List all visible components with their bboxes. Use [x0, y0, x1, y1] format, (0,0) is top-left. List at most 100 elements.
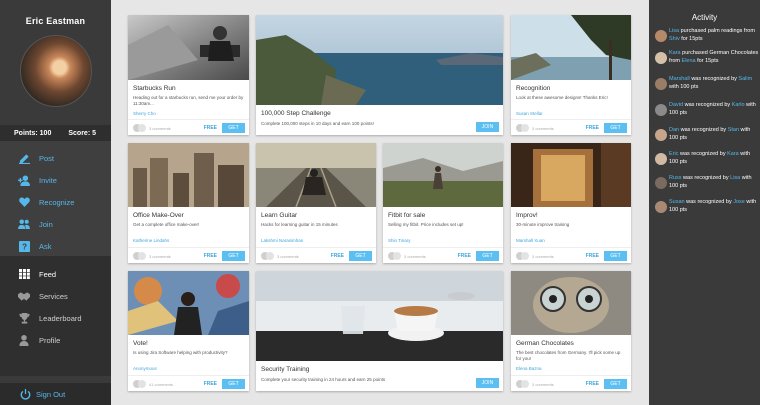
- user-link[interactable]: Lisa: [669, 28, 679, 34]
- get-button[interactable]: GET: [222, 123, 245, 133]
- user-link[interactable]: Karlo: [732, 102, 745, 108]
- card-image: [128, 271, 249, 335]
- user-link[interactable]: Elena: [682, 58, 696, 64]
- get-button[interactable]: GET: [604, 251, 627, 261]
- nav-leaderboard[interactable]: Leaderboard: [0, 307, 111, 329]
- nav-feed[interactable]: Feed: [0, 263, 111, 285]
- nav-invite[interactable]: Invite: [0, 169, 111, 191]
- activity-points: with 100 pts: [669, 84, 699, 90]
- card-german-chocolates[interactable]: German Chocolates The best chocolates fr…: [511, 271, 631, 391]
- nav-post[interactable]: Post: [0, 147, 111, 169]
- card-starbucks-run[interactable]: Starbucks Run Heading out for a starbuck…: [128, 15, 249, 135]
- card-author[interactable]: Anonymous: [133, 366, 157, 371]
- avatar[interactable]: [655, 78, 667, 90]
- nav-label: Profile: [39, 335, 61, 345]
- comments-link[interactable]: 3 comments: [133, 252, 171, 260]
- get-button[interactable]: GET: [349, 251, 372, 261]
- user-link[interactable]: Kara: [727, 151, 739, 157]
- avatar[interactable]: [655, 52, 667, 64]
- avatar[interactable]: [655, 129, 667, 141]
- user-link[interactable]: Russ: [669, 175, 682, 181]
- avatar[interactable]: [19, 35, 92, 107]
- nav-recognize[interactable]: Recognize: [0, 191, 111, 213]
- activity-panel: Activity Lisa purchased palm readings fr…: [649, 0, 760, 405]
- card-footer: 3 comments FREE GET: [511, 247, 631, 263]
- comments-link[interactable]: 3 comments: [516, 380, 554, 388]
- card-description: Hacks for learning guitar in 15 minutes: [261, 222, 338, 227]
- card-description: Selling my fitbit. Price includes set up…: [388, 222, 464, 227]
- sign-out-button[interactable]: Sign Out: [0, 383, 111, 405]
- avatar[interactable]: [655, 153, 667, 165]
- card-author[interactable]: Katherine Lindahs: [133, 238, 169, 243]
- activity-action: was recognized by: [681, 175, 731, 181]
- card-author[interactable]: Lakshmi Narasimhan: [261, 238, 303, 243]
- card-image: [511, 15, 631, 80]
- card-improv[interactable]: Improv! 30-minute improve training Marsh…: [511, 143, 631, 263]
- join-button[interactable]: JOIN: [476, 378, 499, 388]
- user-link[interactable]: Dan: [669, 127, 679, 133]
- activity-item[interactable]: Susan was recognized by Jose with 100 pt…: [655, 198, 760, 214]
- avatar[interactable]: [655, 201, 667, 213]
- nav-join[interactable]: Join: [0, 213, 111, 235]
- score-label: Score: 5: [68, 129, 96, 137]
- activity-text: Susan was recognized by Jose with 100 pt…: [669, 198, 760, 214]
- action-nav: Post Invite Recognize Join ? Ask: [0, 141, 111, 256]
- left-sidebar: Eric Eastman Points: 100 Score: 5 Post I…: [0, 0, 111, 405]
- user-link[interactable]: Kara: [669, 50, 681, 56]
- card-security-training[interactable]: Security Training Complete your security…: [256, 271, 503, 391]
- card-description: Complete 100,000 steps in 10 days and ea…: [261, 121, 374, 126]
- comments-link[interactable]: 3 comments: [388, 252, 426, 260]
- user-link[interactable]: Jose: [733, 199, 745, 205]
- comments-link[interactable]: 3 comments: [516, 252, 554, 260]
- card-office-make-over[interactable]: Office Make-Over Get a complete office m…: [128, 143, 249, 263]
- activity-item[interactable]: Russ was recognized by Lisa with 100 pts: [655, 174, 760, 190]
- card-recognition[interactable]: Recognition Look at these awesome design…: [511, 15, 631, 135]
- activity-item[interactable]: Lisa purchased palm readings from Shiv f…: [655, 27, 760, 43]
- activity-item[interactable]: Dan was recognized by Stan with 100 pts: [655, 126, 760, 142]
- users-icon: [18, 218, 30, 230]
- nav-ask[interactable]: ? Ask: [0, 235, 111, 257]
- activity-title: Activity: [691, 13, 718, 22]
- points-label: Points: 100: [14, 129, 52, 137]
- user-link[interactable]: David: [669, 102, 683, 108]
- activity-item[interactable]: Eric was recognized by Kara with 100 pts: [655, 150, 760, 166]
- card-description: Look at these awesome designs! Thanks Er…: [516, 95, 608, 100]
- user-link[interactable]: Lisa: [730, 175, 740, 181]
- comments-link[interactable]: 3 comments: [516, 124, 554, 132]
- activity-action: was recognized by: [679, 127, 728, 133]
- nav-profile[interactable]: Profile: [0, 329, 111, 351]
- get-button[interactable]: GET: [222, 251, 245, 261]
- card-step-challenge[interactable]: 100,000 Step Challenge Complete 100,000 …: [256, 15, 503, 135]
- comments-link[interactable]: 41 comments: [133, 380, 173, 388]
- card-author[interactable]: Shin Tinary: [388, 238, 411, 243]
- get-button[interactable]: GET: [476, 251, 499, 261]
- card-learn-guitar[interactable]: Learn Guitar Hacks for learning guitar i…: [256, 143, 376, 263]
- get-button[interactable]: GET: [222, 379, 245, 389]
- get-button[interactable]: GET: [604, 379, 627, 389]
- user-link[interactable]: Susan: [669, 199, 685, 205]
- card-author[interactable]: Marshall Xuan: [516, 238, 545, 243]
- comments-link[interactable]: 3 comments: [261, 252, 299, 260]
- user-link[interactable]: Shiv: [669, 36, 680, 42]
- card-vote[interactable]: Vote! Is using Jira Software helping wit…: [128, 271, 249, 391]
- card-image: [256, 271, 503, 361]
- activity-item[interactable]: David was recognized by Karlo with 100 p…: [655, 101, 760, 117]
- activity-item[interactable]: Kara purchased German Chocolates from El…: [655, 49, 760, 65]
- nav-services[interactable]: Services: [0, 285, 111, 307]
- power-icon: [20, 388, 31, 400]
- join-button[interactable]: JOIN: [476, 122, 499, 132]
- card-author[interactable]: Susan Stellar: [516, 111, 543, 116]
- card-author[interactable]: Sherry Cho: [133, 111, 156, 116]
- nav-label: Invite: [39, 175, 57, 185]
- avatar[interactable]: [655, 104, 667, 116]
- user-link[interactable]: Marshall: [669, 76, 690, 82]
- user-link[interactable]: Stan: [728, 127, 739, 133]
- card-fitbit-for-sale[interactable]: Fitbit for sale Selling my fitbit. Price…: [383, 143, 503, 263]
- user-link[interactable]: Salim: [738, 76, 752, 82]
- avatar[interactable]: [655, 30, 667, 42]
- comments-link[interactable]: 3 comments: [133, 124, 171, 132]
- activity-item[interactable]: Marshall was recognized by Salim with 10…: [655, 75, 760, 91]
- get-button[interactable]: GET: [604, 123, 627, 133]
- avatar[interactable]: [655, 177, 667, 189]
- card-author[interactable]: Elena Bazna: [516, 366, 542, 371]
